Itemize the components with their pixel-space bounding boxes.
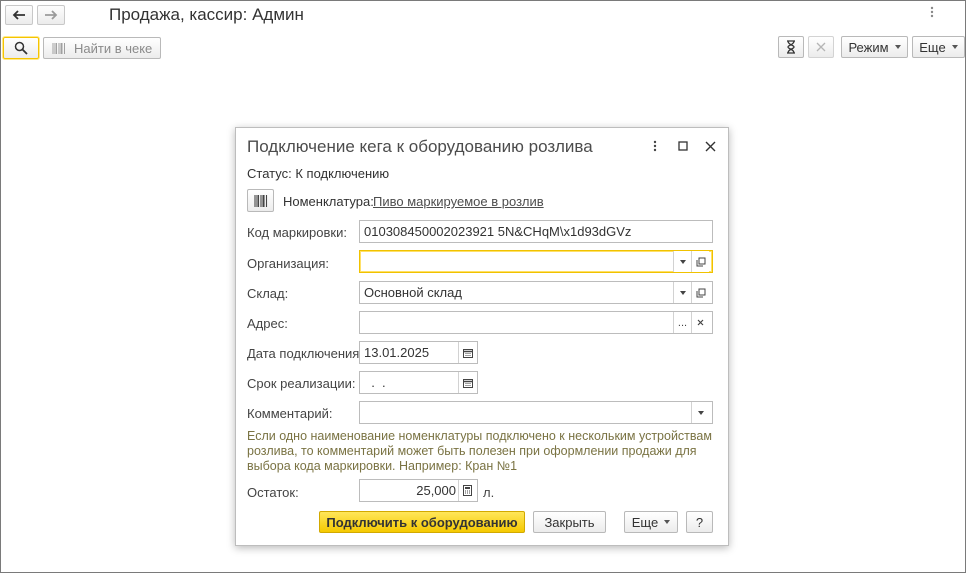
more-button-label: Еще (919, 39, 946, 55)
calendar-icon (462, 378, 473, 388)
window-menu-button[interactable] (927, 4, 937, 20)
warehouse-dropdown-button[interactable] (673, 282, 691, 303)
chevron-down-icon (697, 410, 704, 415)
mode-button-label: Режим (848, 39, 889, 55)
expiry-label: Срок реализации: (247, 376, 356, 391)
dialog-menu-button[interactable] (648, 139, 662, 153)
more-button[interactable]: Еще (912, 36, 965, 58)
remainder-calculator-button[interactable] (458, 480, 476, 501)
chevron-down-icon (951, 45, 958, 49)
comment-label: Комментарий: (247, 406, 333, 421)
address-clear-button[interactable] (691, 312, 709, 333)
barcode-icon (52, 42, 65, 54)
status-line: Статус: К подключению (247, 166, 389, 181)
hourglass-button[interactable] (778, 36, 804, 58)
barcode-icon (253, 194, 267, 207)
more-vertical-icon (930, 6, 934, 18)
dialog-close-button[interactable] (703, 139, 717, 153)
warehouse-field[interactable]: Основной склад (359, 281, 713, 304)
status-label: Статус: (247, 166, 292, 181)
chevron-down-icon (679, 290, 686, 295)
comment-dropdown-button[interactable] (691, 402, 709, 423)
dialog-more-button-label: Еще (631, 514, 659, 530)
organization-label: Организация: (247, 256, 330, 271)
find-in-receipt-label: Найти в чеке (74, 40, 153, 56)
connection-date-calendar-button[interactable] (458, 342, 476, 363)
marking-code-field[interactable]: 010308450002023921 5N&CHqM\x1d93dGVz (359, 220, 713, 243)
more-vertical-icon (653, 140, 657, 152)
chevron-down-icon (894, 45, 901, 49)
remainder-field[interactable]: 25,000 (359, 479, 478, 502)
chevron-down-icon (664, 520, 671, 524)
warehouse-open-button[interactable] (691, 282, 709, 303)
expiry-field[interactable]: . . (359, 371, 478, 394)
remainder-value: 25,000 (416, 483, 456, 498)
expiry-value: . . (364, 375, 386, 390)
connect-to-equipment-button[interactable]: Подключить к оборудованию (319, 511, 525, 533)
close-icon (816, 42, 826, 52)
organization-field[interactable] (359, 250, 713, 273)
app-window: Продажа, кассир: Админ Найти в чеке Режи… (0, 0, 966, 573)
remainder-unit: л. (483, 485, 495, 500)
comment-field[interactable] (359, 401, 713, 424)
close-icon (697, 319, 704, 326)
forward-arrow-icon (45, 10, 58, 20)
page-title: Продажа, кассир: Админ (109, 5, 304, 24)
dialog-title: Подключение кега к оборудованию розлива (247, 137, 593, 156)
connection-date-value: 13.01.2025 (364, 345, 430, 360)
address-field[interactable]: ... (359, 311, 713, 334)
marking-code-value: 010308450002023921 5N&CHqM\x1d93dGVz (364, 224, 632, 239)
hourglass-icon (787, 40, 795, 54)
open-icon (696, 257, 705, 266)
address-label: Адрес: (247, 316, 288, 331)
expiry-calendar-button[interactable] (458, 372, 476, 393)
search-button[interactable] (3, 37, 39, 59)
organization-dropdown-button[interactable] (673, 251, 691, 272)
search-icon (14, 41, 28, 55)
back-button[interactable] (5, 5, 33, 25)
back-arrow-icon (12, 10, 25, 20)
calculator-icon (463, 485, 472, 496)
close-icon (705, 141, 715, 151)
find-in-receipt-button[interactable]: Найти в чеке (43, 37, 161, 59)
maximize-button[interactable] (676, 139, 690, 153)
keg-connection-dialog: Подключение кега к оборудованию розлива … (235, 127, 729, 546)
organization-open-button[interactable] (691, 251, 709, 272)
calendar-icon (462, 348, 473, 358)
remainder-label: Остаток: (247, 485, 299, 500)
help-button[interactable]: ? (686, 511, 713, 533)
warehouse-value: Основной склад (364, 285, 462, 300)
open-icon (696, 288, 705, 297)
scan-barcode-button[interactable] (247, 189, 274, 212)
address-select-button[interactable]: ... (673, 312, 691, 333)
mode-button[interactable]: Режим (841, 36, 908, 58)
comment-hint: Если одно наименование номенклатуры подк… (247, 429, 712, 473)
dialog-more-button[interactable]: Еще (624, 511, 678, 533)
warehouse-label: Склад: (247, 286, 289, 301)
connection-date-field[interactable]: 13.01.2025 (359, 341, 478, 364)
connection-date-label: Дата подключения: (247, 346, 363, 361)
maximize-icon (678, 141, 688, 151)
nomenclature-label: Номенклатура: (283, 194, 374, 209)
close-button[interactable]: Закрыть (533, 511, 606, 533)
chevron-down-icon (679, 259, 686, 264)
status-value: К подключению (295, 166, 390, 181)
forward-button[interactable] (37, 5, 65, 25)
nomenclature-link[interactable]: Пиво маркируемое в розлив (373, 194, 544, 209)
cancel-button[interactable] (808, 36, 834, 58)
marking-code-label: Код маркировки: (247, 225, 347, 240)
